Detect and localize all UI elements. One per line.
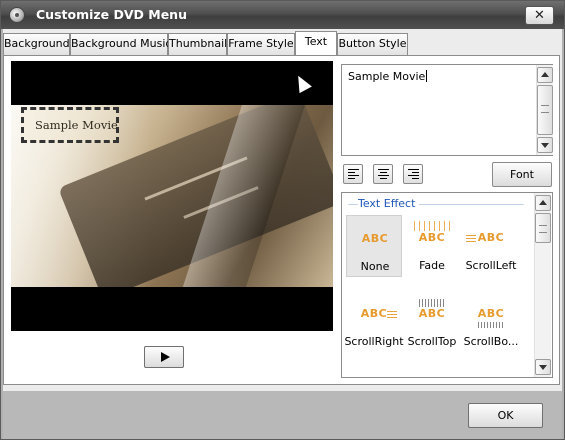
scroll-down-icon[interactable] xyxy=(537,137,553,153)
align-center-button[interactable] xyxy=(373,164,393,184)
ok-button[interactable]: OK xyxy=(468,403,543,428)
effect-scrolltop-icon: ABC xyxy=(418,307,446,320)
tab-text[interactable]: Text xyxy=(295,31,337,55)
window-title: Customize DVD Menu xyxy=(36,7,187,22)
effect-label: Fade xyxy=(419,259,445,272)
scroll-thumb[interactable] xyxy=(537,85,553,135)
text-effect-list: Text Effect ABC None ABC Fade ABC Scroll… xyxy=(341,192,553,378)
effect-fade-icon: ABC xyxy=(418,231,446,244)
text-caret xyxy=(426,70,428,82)
effect-scrollleft-icon: ABC xyxy=(477,231,505,244)
effect-scrollbar[interactable] xyxy=(534,193,551,377)
menu-text-input[interactable]: Sample Movie xyxy=(341,64,553,156)
text-scrollbar[interactable] xyxy=(536,65,553,155)
effect-label: ScrollLeft xyxy=(465,259,517,272)
title-bar[interactable]: Customize DVD Menu ✕ xyxy=(1,1,564,29)
tab-thumbnail[interactable]: Thumbnail xyxy=(168,33,227,55)
effect-scrollbottom-icon: ABC xyxy=(477,307,505,320)
tab-frame-style[interactable]: Frame Style xyxy=(227,33,295,55)
effect-fade[interactable]: ABC Fade xyxy=(404,215,460,277)
effect-none[interactable]: ABC None xyxy=(346,215,402,277)
menu-title-text: Sample Movie xyxy=(35,118,118,132)
text-effect-group-label: Text Effect xyxy=(358,197,420,210)
menu-preview[interactable]: Sample Movie xyxy=(11,61,333,331)
tab-button-style[interactable]: Button Style xyxy=(337,33,408,55)
effect-label: ScrollBo... xyxy=(463,335,519,348)
play-button[interactable] xyxy=(144,346,184,368)
effect-scrollright-icon: ABC xyxy=(360,307,388,320)
scroll-up-icon[interactable] xyxy=(537,67,553,83)
menu-text-value: Sample Movie xyxy=(348,70,426,83)
background-image: Sample Movie xyxy=(11,105,333,287)
scroll-down-icon[interactable] xyxy=(535,359,551,375)
menu-title-text-box[interactable]: Sample Movie xyxy=(21,107,119,143)
effect-scrollleft[interactable]: ABC ScrollLeft xyxy=(463,215,519,277)
align-right-button[interactable] xyxy=(403,164,423,184)
scroll-thumb[interactable] xyxy=(535,213,551,243)
font-button[interactable]: Font xyxy=(492,162,552,187)
dvd-disc-icon xyxy=(9,7,25,23)
tab-background[interactable]: Background xyxy=(3,33,70,55)
effect-none-icon: ABC xyxy=(361,232,389,245)
effect-label: ScrollTop xyxy=(407,335,457,348)
scroll-up-icon[interactable] xyxy=(535,195,551,211)
tab-background-music[interactable]: Background Music xyxy=(70,33,171,55)
effect-scrollright[interactable]: ABC ScrollRight xyxy=(344,291,403,353)
effect-scrolltop[interactable]: ABC ScrollTop xyxy=(404,291,460,353)
effect-scrollbottom[interactable]: ABC ScrollBo... xyxy=(463,291,519,353)
close-button[interactable]: ✕ xyxy=(525,6,554,25)
align-left-button[interactable] xyxy=(343,164,363,184)
